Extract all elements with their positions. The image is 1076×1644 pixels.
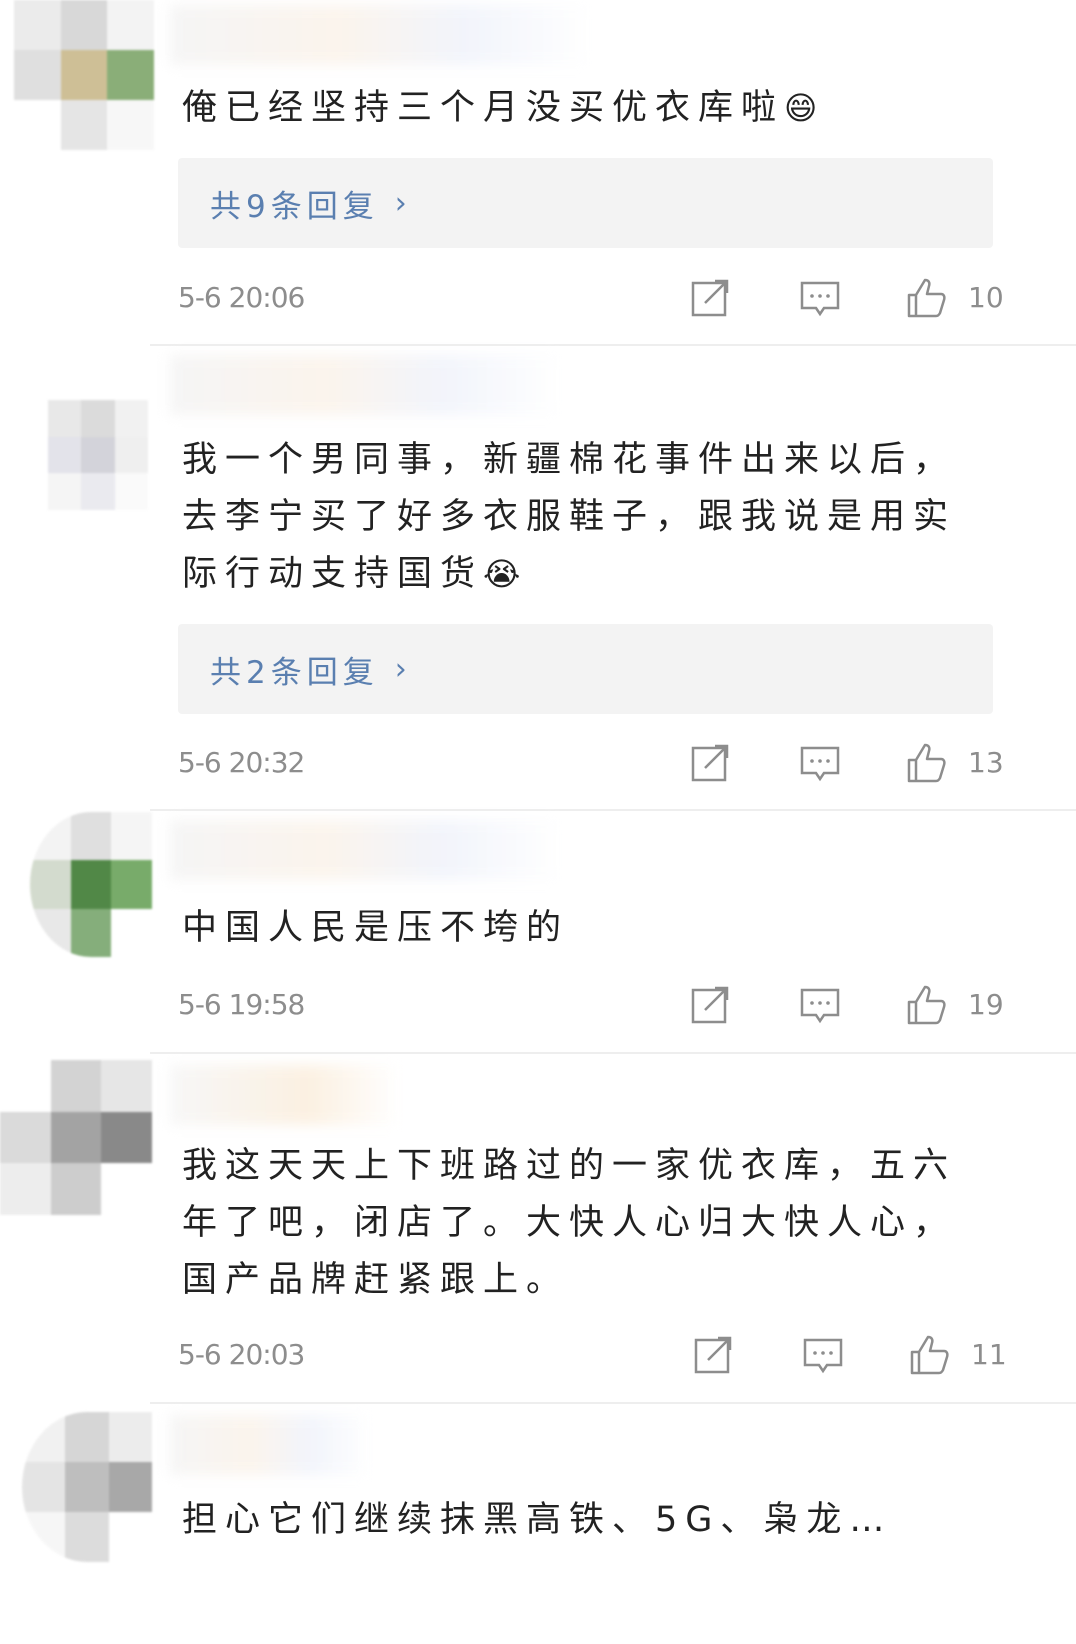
username-blurred[interactable] xyxy=(170,355,560,415)
thumbs-up-icon[interactable] xyxy=(905,984,947,1026)
comment-text: 俺已经坚持三个月没买优衣库啦😄 xyxy=(182,80,990,137)
comment-text-body: 中国人民是压不垮的 xyxy=(182,908,570,948)
replies-label: 共2条回复 xyxy=(210,654,379,691)
thumbs-up-icon[interactable] xyxy=(908,1334,950,1376)
replies-label: 共9条回复 xyxy=(210,188,379,225)
timestamp: 5-6 20:32 xyxy=(178,746,305,779)
crying-emoji-icon: 😭 xyxy=(483,555,521,593)
view-replies-button[interactable]: 共9条回复 › xyxy=(178,158,993,248)
username-blurred[interactable] xyxy=(170,820,560,880)
comment-text: 我这天天上下班路过的一家优衣库，五六年了吧，闭店了。大快人心归大快人心，国产品牌… xyxy=(182,1138,990,1309)
chevron-right-icon: › xyxy=(394,185,412,221)
comment-text-body: 我一个男同事，新疆棉花事件出来以后，去李宁买了好多衣服鞋子，跟我说是用实际行动支… xyxy=(182,440,957,594)
avatar[interactable] xyxy=(30,812,152,957)
avatar[interactable] xyxy=(22,1412,152,1562)
comment-icon[interactable] xyxy=(799,277,841,319)
timestamp: 5-6 20:03 xyxy=(178,1338,305,1371)
comment-text-body: 我这天天上下班路过的一家优衣库，五六年了吧，闭店了。大快人心归大快人心，国产品牌… xyxy=(182,1146,957,1300)
share-icon[interactable] xyxy=(693,1334,735,1376)
share-icon[interactable] xyxy=(690,984,732,1026)
comment-icon[interactable] xyxy=(799,742,841,784)
comment-icon[interactable] xyxy=(802,1334,844,1376)
like-count: 10 xyxy=(968,281,1004,314)
comment-text: 我一个男同事，新疆棉花事件出来以后，去李宁买了好多衣服鞋子，跟我说是用实际行动支… xyxy=(182,432,990,603)
chevron-right-icon: › xyxy=(394,651,412,687)
avatar[interactable] xyxy=(14,0,154,150)
like-count: 19 xyxy=(968,988,1004,1021)
avatar[interactable] xyxy=(48,400,148,510)
username-blurred[interactable] xyxy=(170,1065,400,1125)
comment-meta: 5-6 20:32 13 xyxy=(0,738,1076,788)
share-icon[interactable] xyxy=(690,277,732,319)
thumbs-up-icon[interactable] xyxy=(905,742,947,784)
username-blurred[interactable] xyxy=(170,5,590,65)
like-count: 13 xyxy=(968,746,1004,779)
comment-icon[interactable] xyxy=(799,984,841,1026)
comment-text-body: 俺已经坚持三个月没买优衣库啦 xyxy=(182,88,785,128)
comment-meta: 5-6 19:58 19 xyxy=(0,980,1076,1030)
divider xyxy=(150,1402,1076,1404)
laughing-emoji-icon: 😄 xyxy=(784,89,818,127)
divider xyxy=(150,1052,1076,1054)
view-replies-button[interactable]: 共2条回复 › xyxy=(178,624,993,714)
username-blurred[interactable] xyxy=(170,1415,370,1475)
thumbs-up-icon[interactable] xyxy=(905,277,947,319)
comment-text-body: 担心它们继续抹黑高铁、5G、枭龙… xyxy=(182,1500,893,1540)
divider xyxy=(150,809,1076,811)
divider xyxy=(150,344,1076,346)
comment-text: 中国人民是压不垮的 xyxy=(182,900,990,957)
avatar[interactable] xyxy=(0,1060,152,1215)
like-count: 11 xyxy=(971,1338,1007,1371)
comment-text: 担心它们继续抹黑高铁、5G、枭龙… xyxy=(182,1492,990,1549)
share-icon[interactable] xyxy=(690,742,732,784)
timestamp: 5-6 19:58 xyxy=(178,988,305,1021)
comment-meta: 5-6 20:06 10 xyxy=(0,273,1076,323)
timestamp: 5-6 20:06 xyxy=(178,281,305,314)
comment-meta: 5-6 20:03 11 xyxy=(0,1330,1076,1380)
